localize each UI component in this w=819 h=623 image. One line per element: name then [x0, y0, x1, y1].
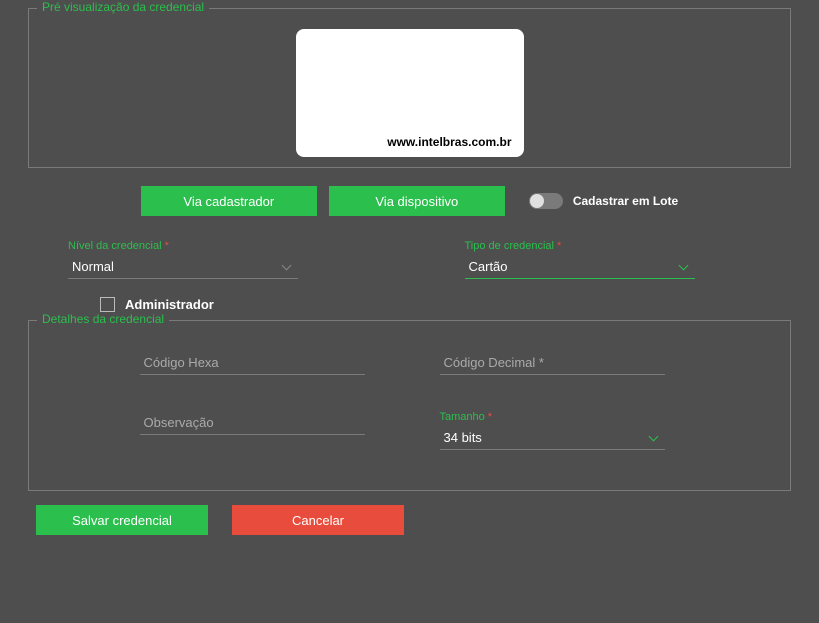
size-col: Tamanho* 34 bits	[440, 411, 680, 450]
detail-row-2: Tamanho* 34 bits	[43, 411, 776, 450]
toggle-knob-icon	[530, 194, 544, 208]
chevron-down-icon	[282, 262, 292, 272]
level-select[interactable]: Normal	[68, 255, 298, 279]
chevron-down-icon	[649, 433, 659, 443]
size-select[interactable]: 34 bits	[440, 426, 665, 450]
level-col: Nível da credencial* Normal	[28, 240, 395, 279]
level-label: Nível da credencial*	[68, 240, 355, 252]
details-legend: Detalhes da credencial	[37, 312, 169, 326]
note-input[interactable]	[140, 411, 365, 435]
size-value: 34 bits	[440, 430, 482, 445]
hex-input[interactable]	[140, 351, 365, 375]
note-col	[140, 411, 380, 450]
chevron-down-icon	[679, 262, 689, 272]
admin-row: Administrador	[100, 297, 819, 312]
type-select[interactable]: Cartão	[465, 255, 695, 279]
level-type-row: Nível da credencial* Normal Tipo de cred…	[28, 240, 791, 279]
save-button[interactable]: Salvar credencial	[36, 505, 208, 535]
admin-label: Administrador	[125, 297, 214, 312]
batch-toggle-label: Cadastrar em Lote	[573, 194, 678, 208]
credential-details-fieldset: Detalhes da credencial Tamanho* 34 bits	[28, 320, 791, 491]
batch-toggle[interactable]	[529, 193, 563, 209]
acquire-buttons-row: Via cadastrador Via dispositivo Cadastra…	[28, 186, 791, 216]
credential-card-preview: www.intelbras.com.br	[296, 29, 524, 157]
type-value: Cartão	[465, 259, 508, 274]
decimal-input[interactable]	[440, 351, 665, 375]
cancel-button[interactable]: Cancelar	[232, 505, 404, 535]
card-url: www.intelbras.com.br	[387, 135, 511, 149]
level-value: Normal	[68, 259, 114, 274]
admin-checkbox[interactable]	[100, 297, 115, 312]
detail-row-1	[43, 351, 776, 375]
size-label: Tamanho*	[440, 411, 680, 423]
type-label: Tipo de credencial*	[465, 240, 752, 252]
credential-preview-fieldset: Pré visualização da credencial www.intel…	[28, 8, 791, 168]
footer-actions: Salvar credencial Cancelar	[36, 505, 819, 535]
preview-legend: Pré visualização da credencial	[37, 0, 209, 14]
hex-col	[140, 351, 380, 375]
via-dispositivo-button[interactable]: Via dispositivo	[329, 186, 505, 216]
batch-toggle-group: Cadastrar em Lote	[529, 193, 678, 209]
via-cadastrador-button[interactable]: Via cadastrador	[141, 186, 317, 216]
decimal-col	[440, 351, 680, 375]
type-col: Tipo de credencial* Cartão	[425, 240, 792, 279]
